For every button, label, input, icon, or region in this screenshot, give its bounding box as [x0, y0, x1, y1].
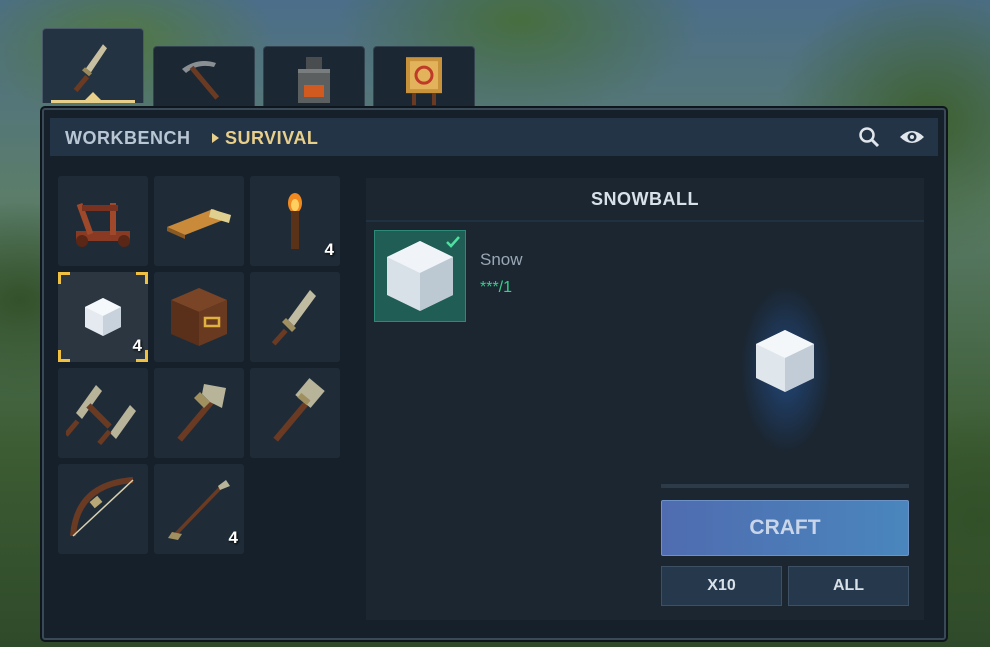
selection-corner — [136, 350, 148, 362]
bedroll-icon — [167, 209, 231, 239]
breadcrumb-workbench[interactable]: WORKBENCH — [65, 128, 191, 149]
stone-hammer-icon — [273, 378, 325, 442]
tab-tools[interactable] — [153, 46, 255, 109]
craft-button[interactable]: CRAFT — [661, 500, 909, 556]
craft-x10-button[interactable]: X10 — [661, 566, 782, 606]
ingredient-quantity: ***/1 — [480, 279, 513, 296]
tab-misc[interactable] — [373, 46, 475, 109]
stone-axe-icon — [177, 384, 226, 442]
selection-corner — [58, 272, 70, 284]
recipe-slot[interactable] — [154, 272, 244, 362]
dual-daggers-icon — [66, 385, 136, 445]
search-icon[interactable] — [858, 126, 880, 148]
breadcrumb-survival: SURVIVAL — [225, 128, 319, 148]
item-count: 4 — [324, 240, 334, 259]
recipe-title: SNOWBALL — [366, 178, 924, 222]
snowball-preview-icon — [756, 330, 814, 392]
active-tab-indicator — [51, 92, 135, 103]
pickaxe-icon — [182, 61, 220, 100]
furnace-icon — [298, 57, 330, 103]
recipe-slot[interactable] — [250, 368, 340, 458]
breadcrumb: WORKBENCH SURVIVAL — [50, 118, 938, 156]
recipe-slot[interactable] — [58, 176, 148, 266]
recipe-slot[interactable] — [154, 176, 244, 266]
arrow-icon — [168, 480, 230, 540]
recipe-detail: SNOWBALL Snow ***/1 CRAFT X10 ALL — [366, 178, 924, 620]
craft-progress-bar — [661, 484, 909, 488]
stone-dagger-icon — [271, 290, 316, 346]
selection-corner — [136, 272, 148, 284]
crafting-panel: WORKBENCH SURVIVAL 4 4 4 SNOWBALL Snow *… — [42, 108, 946, 640]
storage-chest-icon — [171, 288, 227, 346]
recipe-slot[interactable] — [58, 368, 148, 458]
tab-stations[interactable] — [263, 46, 365, 109]
recipe-slot[interactable]: 4 — [250, 176, 340, 266]
recipe-slot[interactable] — [58, 464, 148, 554]
eye-icon[interactable] — [899, 128, 925, 146]
recipe-slot-selected[interactable]: 4 — [58, 272, 148, 362]
tab-weapons[interactable] — [42, 28, 144, 103]
catapult-icon — [76, 202, 130, 247]
dagger-icon — [73, 44, 107, 93]
item-count: 4 — [228, 528, 238, 547]
recipe-slot[interactable] — [154, 368, 244, 458]
craft-all-button[interactable]: ALL — [788, 566, 909, 606]
breadcrumb-arrow-icon — [212, 133, 219, 143]
snow-block-icon — [85, 298, 121, 336]
ingredient-slot[interactable] — [374, 230, 466, 322]
checkmark-icon — [446, 236, 460, 248]
recipe-slot[interactable] — [250, 272, 340, 362]
target-icon — [406, 57, 442, 106]
snow-block-icon — [387, 241, 453, 311]
bow-icon — [70, 477, 134, 537]
ingredient-name: Snow — [480, 250, 523, 269]
torch-icon — [288, 193, 302, 249]
recipe-slot[interactable]: 4 — [154, 464, 244, 554]
selection-corner — [58, 350, 70, 362]
